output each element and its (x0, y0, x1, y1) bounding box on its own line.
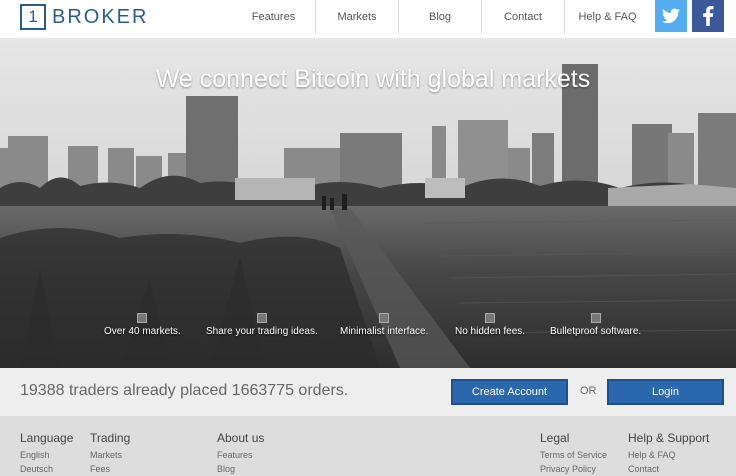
footer-about: About us Features Blog (217, 431, 264, 476)
footer-legal: Legal Terms of Service Privacy Policy (540, 431, 607, 476)
footer-support: Help & Support Help & FAQ Contact (628, 431, 709, 476)
hero-banner: We connect Bitcoin with global markets O… (0, 38, 736, 368)
footer: Language English Deutsch Trading Markets… (0, 416, 736, 476)
create-account-button[interactable]: Create Account (451, 379, 568, 405)
top-header: 1 BROKER Features Markets Blog Contact H… (0, 0, 736, 38)
main-nav: Features Markets Blog Contact Help & FAQ (232, 0, 650, 38)
logo[interactable]: 1 BROKER (20, 4, 148, 30)
feature-label: Bulletproof software. (550, 326, 642, 337)
twitter-icon (662, 8, 680, 24)
facebook-icon (703, 6, 714, 26)
login-button[interactable]: Login (607, 379, 724, 405)
footer-link-english[interactable]: English (20, 450, 73, 460)
nav-features[interactable]: Features (232, 0, 316, 34)
logo-text: BROKER (52, 5, 149, 28)
footer-link-terms[interactable]: Terms of Service (540, 450, 607, 460)
footer-link-blog[interactable]: Blog (217, 464, 264, 474)
twitter-button[interactable] (655, 0, 687, 32)
footer-heading: About us (217, 431, 265, 445)
broken-image-icon (256, 313, 267, 323)
nav-blog[interactable]: Blog (399, 0, 482, 34)
footer-heading: Language (20, 431, 74, 445)
footer-heading: Legal (540, 431, 570, 445)
footer-trading: Trading Markets Fees (90, 431, 130, 476)
traders-orders-count: 19388 traders already placed 1663775 ord… (20, 382, 349, 399)
feature-label: Over 40 markets. (104, 326, 181, 337)
nav-markets[interactable]: Markets (316, 0, 399, 34)
stats-bar: 19388 traders already placed 1663775 ord… (0, 368, 736, 416)
hero-title: We connect Bitcoin with global markets (155, 65, 591, 93)
broken-image-icon (379, 313, 390, 323)
feature-label: Minimalist interface. (340, 326, 429, 337)
or-separator: OR (580, 385, 597, 397)
footer-link-deutsch[interactable]: Deutsch (20, 464, 73, 474)
broken-image-icon (485, 313, 496, 323)
footer-link-help-faq[interactable]: Help & FAQ (628, 450, 709, 460)
feature-markets: Over 40 markets. (104, 313, 181, 337)
footer-link-privacy[interactable]: Privacy Policy (540, 464, 607, 474)
facebook-button[interactable] (692, 0, 724, 32)
footer-link-fees[interactable]: Fees (90, 464, 130, 474)
footer-link-features[interactable]: Features (217, 450, 264, 460)
footer-language: Language English Deutsch (20, 431, 73, 476)
footer-heading: Trading (90, 431, 131, 445)
broken-image-icon (137, 313, 148, 323)
feature-label: No hidden fees. (455, 326, 526, 337)
feature-share-ideas: Share your trading ideas. (206, 313, 318, 337)
nav-help-faq[interactable]: Help & FAQ (565, 0, 650, 34)
feature-bulletproof: Bulletproof software. (550, 313, 641, 337)
logo-mark: 1 (20, 4, 46, 30)
broken-image-icon (590, 313, 601, 323)
feature-no-fees: No hidden fees. (455, 313, 525, 337)
nav-contact[interactable]: Contact (482, 0, 565, 34)
footer-link-markets[interactable]: Markets (90, 450, 130, 460)
footer-heading: Help & Support (628, 431, 710, 445)
feature-minimalist: Minimalist interface. (340, 313, 428, 337)
feature-label: Share your trading ideas. (206, 326, 318, 337)
footer-link-contact[interactable]: Contact (628, 464, 709, 474)
